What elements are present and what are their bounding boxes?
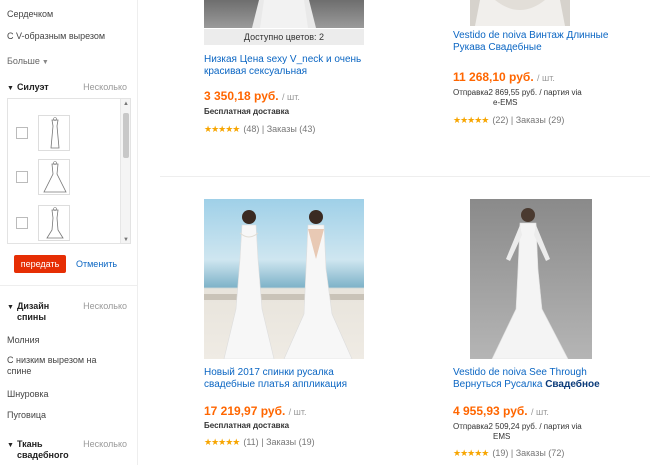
scroll-up-icon[interactable]: ▲ xyxy=(121,99,130,109)
more-label: Больше xyxy=(7,56,40,66)
divider xyxy=(0,285,138,286)
shipping-info: Бесплатная доставка xyxy=(204,107,290,116)
orders-count: Заказы (72) xyxy=(515,448,565,458)
product-title[interactable]: Vestido de noiva Винтаж Длинные Рукава С… xyxy=(453,30,623,54)
filter-head-fabric[interactable]: ▼ Ткань свадебного xyxy=(7,439,69,461)
ball-gown-icon xyxy=(38,159,70,195)
chevron-down-icon: ▼ xyxy=(41,59,49,66)
filter-title-back-design: Дизайн спины xyxy=(16,301,50,322)
scrollbar[interactable]: ▲ ▼ xyxy=(120,99,130,243)
caret-down-icon: ▼ xyxy=(7,442,14,449)
silhouette-option[interactable] xyxy=(8,205,120,241)
more-link[interactable]: Больше ▼ xyxy=(7,56,49,66)
star-rating-icon: ★★★★★ xyxy=(204,437,240,447)
product-image[interactable] xyxy=(470,199,592,359)
product-title[interactable]: Vestido de noiva See Through Вернуться Р… xyxy=(453,367,623,391)
scroll-thumb[interactable] xyxy=(123,113,129,158)
silhouette-checkbox[interactable] xyxy=(16,217,28,229)
star-rating-icon: ★★★★★ xyxy=(453,448,489,458)
divider xyxy=(160,176,650,177)
cancel-button[interactable]: Отменить xyxy=(76,255,117,273)
filter-option-zipper[interactable]: Молния xyxy=(7,335,40,346)
submit-button[interactable]: передать xyxy=(14,255,66,273)
filter-option-sweetheart[interactable]: Сердечком xyxy=(7,9,53,20)
silhouette-checkbox[interactable] xyxy=(16,127,28,139)
product-price: 17 219,97 руб. / шт. xyxy=(204,404,307,418)
multi-select-toggle-fabric[interactable]: Несколько xyxy=(83,439,127,449)
shipping-info: Отправка2 869,55 руб. / партия via e-EMS xyxy=(453,88,582,107)
orders-count: Заказы (19) xyxy=(266,437,315,447)
product-price: 3 350,18 руб. / шт. xyxy=(204,89,300,103)
star-rating-icon: ★★★★★ xyxy=(204,124,240,134)
multi-select-toggle-silhouette[interactable]: Несколько xyxy=(83,82,127,92)
silhouette-option[interactable] xyxy=(8,115,120,151)
filter-head-back-design[interactable]: ▼ Дизайн спины xyxy=(7,301,49,323)
shipping-info: Бесплатная доставка xyxy=(204,421,290,430)
filter-option-v-neck[interactable]: С V-образным вырезом xyxy=(7,31,105,42)
product-image[interactable] xyxy=(470,0,570,26)
product-rating[interactable]: ★★★★★ (11) | Заказы (19) xyxy=(204,437,315,448)
filter-option-lace-up[interactable]: Шнуровка xyxy=(7,389,49,400)
scroll-down-icon[interactable]: ▼ xyxy=(121,235,130,243)
filter-title-fabric: Ткань свадебного xyxy=(16,439,69,460)
silhouette-options-list: ▲ ▼ xyxy=(7,98,131,244)
product-rating[interactable]: ★★★★★ (48) | Заказы (43) xyxy=(204,124,315,135)
product-title[interactable]: Низкая Цена sexy V_neck и очень красивая… xyxy=(204,54,374,78)
mermaid-dress-icon xyxy=(38,205,70,241)
product-rating[interactable]: ★★★★★ (19) | Заказы (72) xyxy=(453,448,564,459)
product-price: 4 955,93 руб. / шт. xyxy=(453,404,549,418)
colors-available-badge: Доступно цветов: 2 xyxy=(204,29,364,45)
multi-select-toggle-back-design[interactable]: Несколько xyxy=(83,301,127,311)
silhouette-checkbox[interactable] xyxy=(16,171,28,183)
filter-title-silhouette: Силуэт xyxy=(16,82,49,92)
product-rating[interactable]: ★★★★★ (22) | Заказы (29) xyxy=(453,115,564,126)
shipping-info: Отправка2 509,24 руб. / партия via EMS xyxy=(453,422,582,441)
caret-down-icon: ▼ xyxy=(7,304,14,311)
caret-down-icon: ▼ xyxy=(7,85,14,92)
product-title[interactable]: Новый 2017 спинки русалка свадебные плат… xyxy=(204,367,374,391)
orders-count: Заказы (43) xyxy=(266,124,316,134)
filter-option-low-back[interactable]: С низким вырезом на спине xyxy=(7,355,117,377)
product-image[interactable] xyxy=(204,0,364,28)
sheath-dress-icon xyxy=(38,115,70,151)
orders-count: Заказы (29) xyxy=(515,115,565,125)
silhouette-option[interactable] xyxy=(8,159,120,195)
product-image[interactable] xyxy=(204,199,364,359)
star-rating-icon: ★★★★★ xyxy=(453,115,489,125)
filter-option-button[interactable]: Пуговица xyxy=(7,410,46,421)
filter-head-silhouette[interactable]: ▼ Силуэт xyxy=(7,82,49,94)
filter-sidebar: Сердечком С V-образным вырезом Больше ▼ ▼… xyxy=(0,0,138,465)
product-price: 11 268,10 руб. / шт. xyxy=(453,70,555,84)
